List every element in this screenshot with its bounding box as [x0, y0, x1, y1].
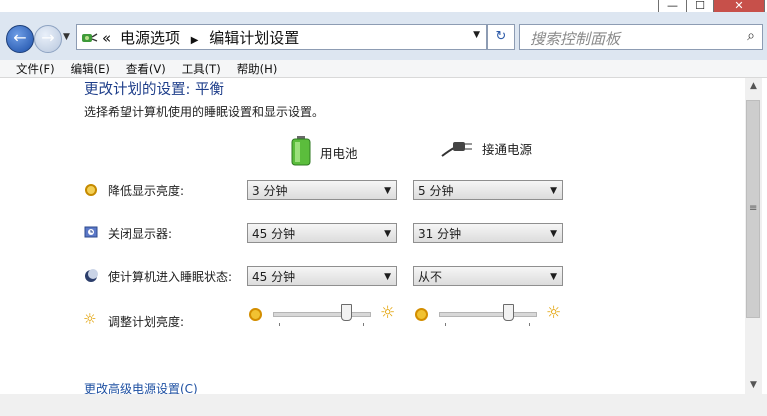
brightness-low-icon	[415, 308, 428, 321]
slider-tick	[445, 323, 446, 326]
search-placeholder: 搜索控制面板	[530, 30, 621, 48]
brightness-battery-slider[interactable]	[273, 303, 371, 326]
page-subtitle: 选择希望计算机使用的睡眠设置和显示设置。	[84, 105, 325, 119]
menu-view[interactable]: 查看(V)	[126, 61, 166, 77]
sleep-plugged-value: 从不	[418, 270, 443, 284]
vertical-scrollbar[interactable]: ▲ ≡ ▼	[745, 78, 762, 394]
back-button[interactable]: ←	[6, 25, 34, 53]
breadcrumb-overflow[interactable]: «	[102, 29, 111, 47]
address-dropdown-icon[interactable]: ▼	[473, 30, 480, 40]
menu-bar: 文件(F) 编辑(E) 查看(V) 工具(T) 帮助(H)	[0, 60, 767, 78]
display-off-plugged-select[interactable]: 31 分钟 ▼	[413, 223, 563, 243]
window-controls: — ☐ ✕	[658, 0, 767, 13]
dim-display-battery-value: 3 分钟	[252, 184, 288, 198]
breadcrumb-edit-plan[interactable]: 编辑计划设置	[209, 29, 299, 47]
dim-display-plugged-select[interactable]: 5 分钟 ▼	[413, 180, 563, 200]
menu-file[interactable]: 文件(F)	[16, 61, 55, 77]
bottom-strip	[0, 394, 767, 416]
navigation-bar: ← → ▼ « 电源选项 ▶ 编辑计划设置 ▼ ↻ 搜索控制面板 ⌕	[0, 12, 767, 60]
menu-tools[interactable]: 工具(T)	[182, 61, 221, 77]
menu-edit[interactable]: 编辑(E)	[71, 61, 110, 77]
sleep-plugged-select[interactable]: 从不 ▼	[413, 266, 563, 286]
brightness-high-icon: ☼	[546, 303, 562, 323]
brightness-low-icon	[249, 308, 262, 321]
plugged-column-label: 接通电源	[482, 142, 533, 157]
slider-track	[439, 312, 537, 317]
chevron-down-icon: ▼	[384, 186, 391, 196]
slider-tick	[279, 323, 280, 326]
sleep-label: 使计算机进入睡眠状态:	[108, 270, 233, 284]
brightness-label: 调整计划亮度:	[108, 315, 185, 329]
chevron-down-icon: ▼	[550, 272, 557, 282]
display-off-icon	[84, 226, 98, 240]
slider-tick	[529, 323, 530, 326]
dim-display-label: 降低显示亮度:	[108, 184, 185, 198]
dim-display-plugged-value: 5 分钟	[418, 184, 454, 198]
dim-display-icon	[84, 183, 98, 197]
chevron-down-icon: ▼	[384, 229, 391, 239]
sleep-battery-select[interactable]: 45 分钟 ▼	[247, 266, 397, 286]
display-off-label: 关闭显示器:	[108, 227, 173, 241]
page-title: 更改计划的设置: 平衡	[84, 82, 224, 98]
search-icon[interactable]: ⌕	[747, 28, 755, 44]
battery-column-label: 用电池	[320, 146, 358, 161]
brightness-icon: ☼	[83, 310, 97, 328]
chevron-down-icon: ▼	[550, 229, 557, 239]
breadcrumb: « 电源选项 ▶ 编辑计划设置	[102, 27, 299, 48]
battery-icon	[290, 136, 312, 169]
slider-track	[273, 312, 371, 317]
chevron-down-icon: ▼	[550, 186, 557, 196]
forward-button[interactable]: →	[34, 25, 62, 53]
sleep-battery-value: 45 分钟	[252, 270, 296, 284]
scroll-down-icon[interactable]: ▼	[745, 377, 762, 394]
scroll-up-icon[interactable]: ▲	[745, 78, 762, 95]
slider-thumb[interactable]	[341, 304, 352, 321]
sleep-icon	[84, 269, 98, 283]
scroll-grip-icon: ≡	[749, 203, 758, 214]
menu-help[interactable]: 帮助(H)	[237, 61, 278, 77]
brightness-plugged-slider[interactable]	[439, 303, 537, 326]
display-off-battery-value: 45 分钟	[252, 227, 296, 241]
chevron-down-icon: ▼	[384, 272, 391, 282]
plan-settings-panel: 更改计划的设置: 平衡 选择希望计算机使用的睡眠设置和显示设置。 用电池 接通电…	[0, 78, 745, 396]
power-options-icon	[80, 29, 98, 45]
refresh-button[interactable]: ↻	[487, 24, 515, 50]
breadcrumb-power-options[interactable]: 电源选项	[120, 29, 180, 47]
brightness-high-icon: ☼	[380, 303, 396, 323]
battery-column-header: 用电池	[290, 136, 358, 169]
power-plug-icon	[440, 136, 474, 161]
breadcrumb-separator-icon[interactable]: ▶	[191, 35, 199, 46]
dim-display-battery-select[interactable]: 3 分钟 ▼	[247, 180, 397, 200]
slider-thumb[interactable]	[503, 304, 514, 321]
search-box[interactable]: 搜索控制面板 ⌕	[519, 24, 763, 50]
display-off-plugged-value: 31 分钟	[418, 227, 462, 241]
slider-tick	[363, 323, 364, 326]
display-off-battery-select[interactable]: 45 分钟 ▼	[247, 223, 397, 243]
plugged-column-header: 接通电源	[440, 136, 532, 161]
history-dropdown-icon[interactable]: ▼	[63, 32, 70, 42]
address-bar[interactable]: « 电源选项 ▶ 编辑计划设置 ▼	[76, 24, 487, 50]
